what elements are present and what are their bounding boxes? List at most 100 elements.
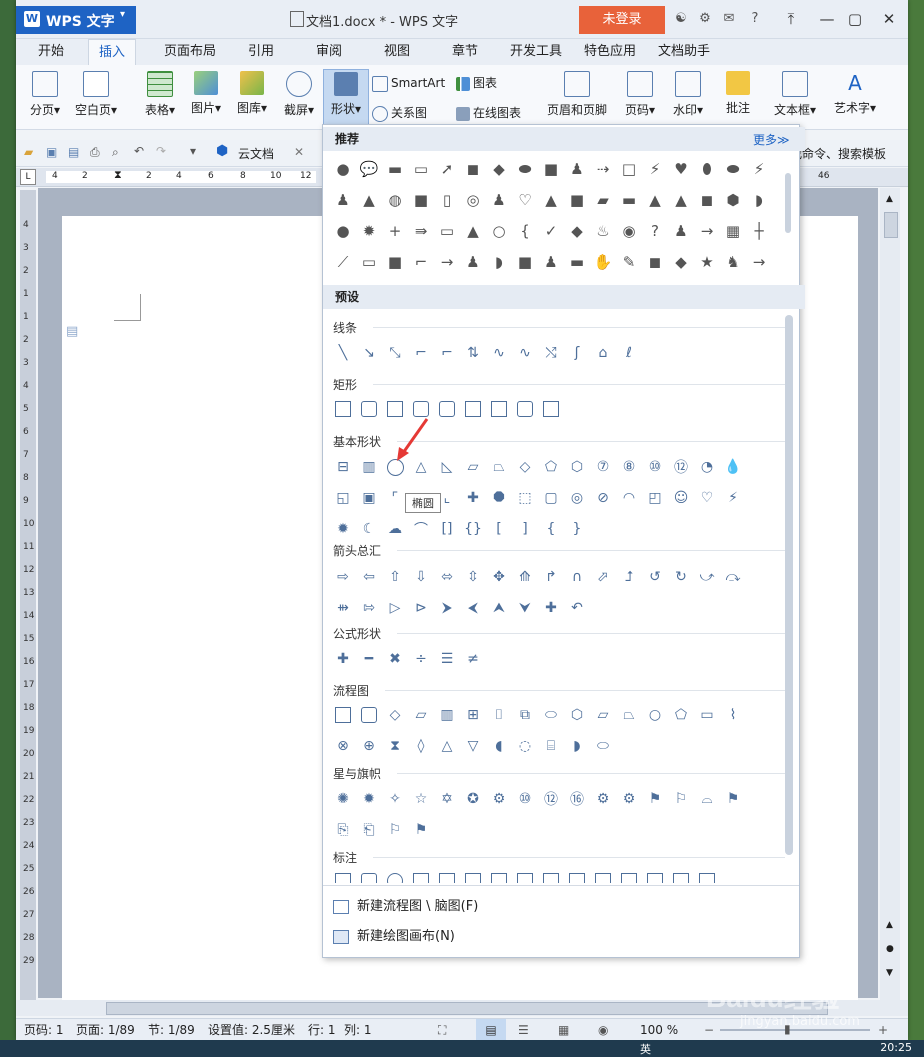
shape-item[interactable]: { <box>541 519 561 539</box>
shape-item[interactable]: ◼ <box>645 252 665 272</box>
online-chart-button[interactable]: 在线图表 <box>456 103 521 123</box>
shape-item[interactable]: ◉ <box>619 221 639 241</box>
shape-item[interactable]: ⧗ <box>385 736 405 756</box>
cloud-doc-tab[interactable]: 云文档 <box>238 145 274 162</box>
shape-item[interactable] <box>541 399 561 419</box>
scroll-thumb[interactable] <box>884 212 898 238</box>
shape-item[interactable]: ♡ <box>697 488 717 508</box>
web-view-icon[interactable]: ▦ <box>558 1019 569 1040</box>
shape-item[interactable]: ⑯ <box>567 789 587 809</box>
shape-item[interactable]: ⑩ <box>645 457 665 477</box>
shape-item[interactable]: ● <box>333 221 353 241</box>
shape-item[interactable]: ℓ <box>619 343 639 363</box>
shape-item[interactable]: ≠ <box>463 649 483 669</box>
shape-item[interactable]: ʃ <box>567 343 587 363</box>
shape-item[interactable]: ⌸ <box>541 736 561 756</box>
shape-item[interactable]: ⇰ <box>359 598 379 618</box>
customize-chevron-icon[interactable]: ▾ <box>190 144 196 158</box>
shape-item[interactable]: ◠ <box>619 488 639 508</box>
shape-item[interactable]: ▭ <box>411 159 431 179</box>
shape-item[interactable]: ⚡ <box>749 159 769 179</box>
reading-view-icon[interactable]: ◉ <box>598 1019 608 1040</box>
shape-item[interactable] <box>333 399 353 419</box>
shape-item[interactable]: 💧 <box>723 457 743 477</box>
shape-item[interactable]: ✖ <box>385 649 405 669</box>
chart-button[interactable]: 图表 <box>456 73 497 93</box>
shape-item[interactable]: ⤻ <box>697 567 717 587</box>
shape-item[interactable]: ┼ <box>749 221 769 241</box>
shape-item[interactable]: ♥ <box>671 159 691 179</box>
shape-item[interactable]: → <box>437 252 457 272</box>
shape-item[interactable]: ⇻ <box>333 598 353 618</box>
shape-item[interactable]: ⧉ <box>515 705 535 725</box>
shape-item[interactable] <box>671 871 691 883</box>
shape-item[interactable]: ↘ <box>359 343 379 363</box>
shape-item[interactable] <box>489 871 509 883</box>
shape-item[interactable]: ♡ <box>515 190 535 210</box>
shape-item[interactable]: ⌐ <box>437 343 457 363</box>
preset-scrollbar[interactable] <box>785 315 793 855</box>
shape-item[interactable]: ⌐ <box>411 252 431 272</box>
shape-item[interactable]: ◔ <box>697 457 717 477</box>
indent-marker-icon[interactable]: ⧗ <box>114 168 122 182</box>
shape-item[interactable]: ▲ <box>359 190 379 210</box>
shape-item[interactable] <box>333 705 353 725</box>
shape-item[interactable]: ⌓ <box>697 789 717 809</box>
skin-icon[interactable]: ☯ <box>672 10 690 28</box>
shape-item[interactable]: ▲ <box>671 190 691 210</box>
shape-item[interactable]: ◗ <box>489 252 509 272</box>
shape-item[interactable]: ◌ <box>515 736 535 756</box>
shape-item[interactable]: ▬ <box>385 159 405 179</box>
wordart-button[interactable]: A 艺术字▾ <box>828 69 882 125</box>
shape-item[interactable]: ⚙ <box>593 789 613 809</box>
shape-item[interactable]: ○ <box>645 705 665 725</box>
shape-item[interactable]: ⚙ <box>489 789 509 809</box>
shape-item[interactable] <box>515 399 535 419</box>
shape-item[interactable]: ☆ <box>411 789 431 809</box>
shape-item[interactable] <box>359 705 379 725</box>
shape-item[interactable]: ⬢ <box>723 190 743 210</box>
shape-item[interactable]: ☾ <box>359 519 379 539</box>
shapes-button[interactable]: 形状▾ <box>323 69 369 127</box>
shape-item[interactable]: → <box>697 221 717 241</box>
textbox-button[interactable]: 文本框▾ <box>768 69 822 125</box>
shape-item[interactable]: ▦ <box>723 221 743 241</box>
shape-item[interactable]: ⊕ <box>359 736 379 756</box>
shape-item[interactable] <box>385 399 405 419</box>
shape-item[interactable]: ◎ <box>463 190 483 210</box>
shape-item[interactable]: ⌂ <box>593 343 613 363</box>
shape-item[interactable]: ⚐ <box>385 820 405 840</box>
shape-item[interactable]: ⬀ <box>593 567 613 587</box>
shape-item[interactable]: ⑫ <box>671 457 691 477</box>
shape-item[interactable]: ◆ <box>489 159 509 179</box>
shape-item[interactable]: ☰ <box>437 649 457 669</box>
shape-item[interactable]: ⊟ <box>333 457 353 477</box>
shape-item[interactable]: ▢ <box>541 488 561 508</box>
shape-item[interactable]: ◱ <box>333 488 353 508</box>
shape-item[interactable]: ⬭ <box>593 736 613 756</box>
shape-item[interactable] <box>463 871 483 883</box>
shape-item[interactable]: ▭ <box>437 221 457 241</box>
shape-item[interactable]: ⊳ <box>411 598 431 618</box>
tab-stop-selector[interactable]: L <box>20 169 36 185</box>
shape-item[interactable]: → <box>749 252 769 272</box>
shape-item[interactable] <box>489 399 509 419</box>
shape-item[interactable]: ◗ <box>749 190 769 210</box>
shape-item[interactable]: ✪ <box>463 789 483 809</box>
shape-item[interactable]: ⬭ <box>541 705 561 725</box>
shape-item[interactable]: ∿ <box>489 343 509 363</box>
shape-item[interactable]: ♟ <box>333 190 353 210</box>
shape-item[interactable]: ⇩ <box>411 567 431 587</box>
shape-item[interactable] <box>619 871 639 883</box>
zoom-out-icon[interactable]: − <box>704 1019 714 1040</box>
shape-item[interactable]: ╲ <box>333 343 353 363</box>
shape-item[interactable] <box>697 871 717 883</box>
export-icon[interactable]: ▤ <box>68 145 79 159</box>
shape-item[interactable] <box>411 399 431 419</box>
shape-item[interactable]: ⎘ <box>333 820 353 840</box>
more-shapes-link[interactable]: 更多≫ <box>753 131 790 148</box>
zoom-in-icon[interactable]: + <box>878 1019 888 1040</box>
shape-item[interactable]: ⏢ <box>489 457 509 477</box>
shape-item[interactable]: ✹ <box>359 789 379 809</box>
shape-item[interactable]: ▽ <box>463 736 483 756</box>
